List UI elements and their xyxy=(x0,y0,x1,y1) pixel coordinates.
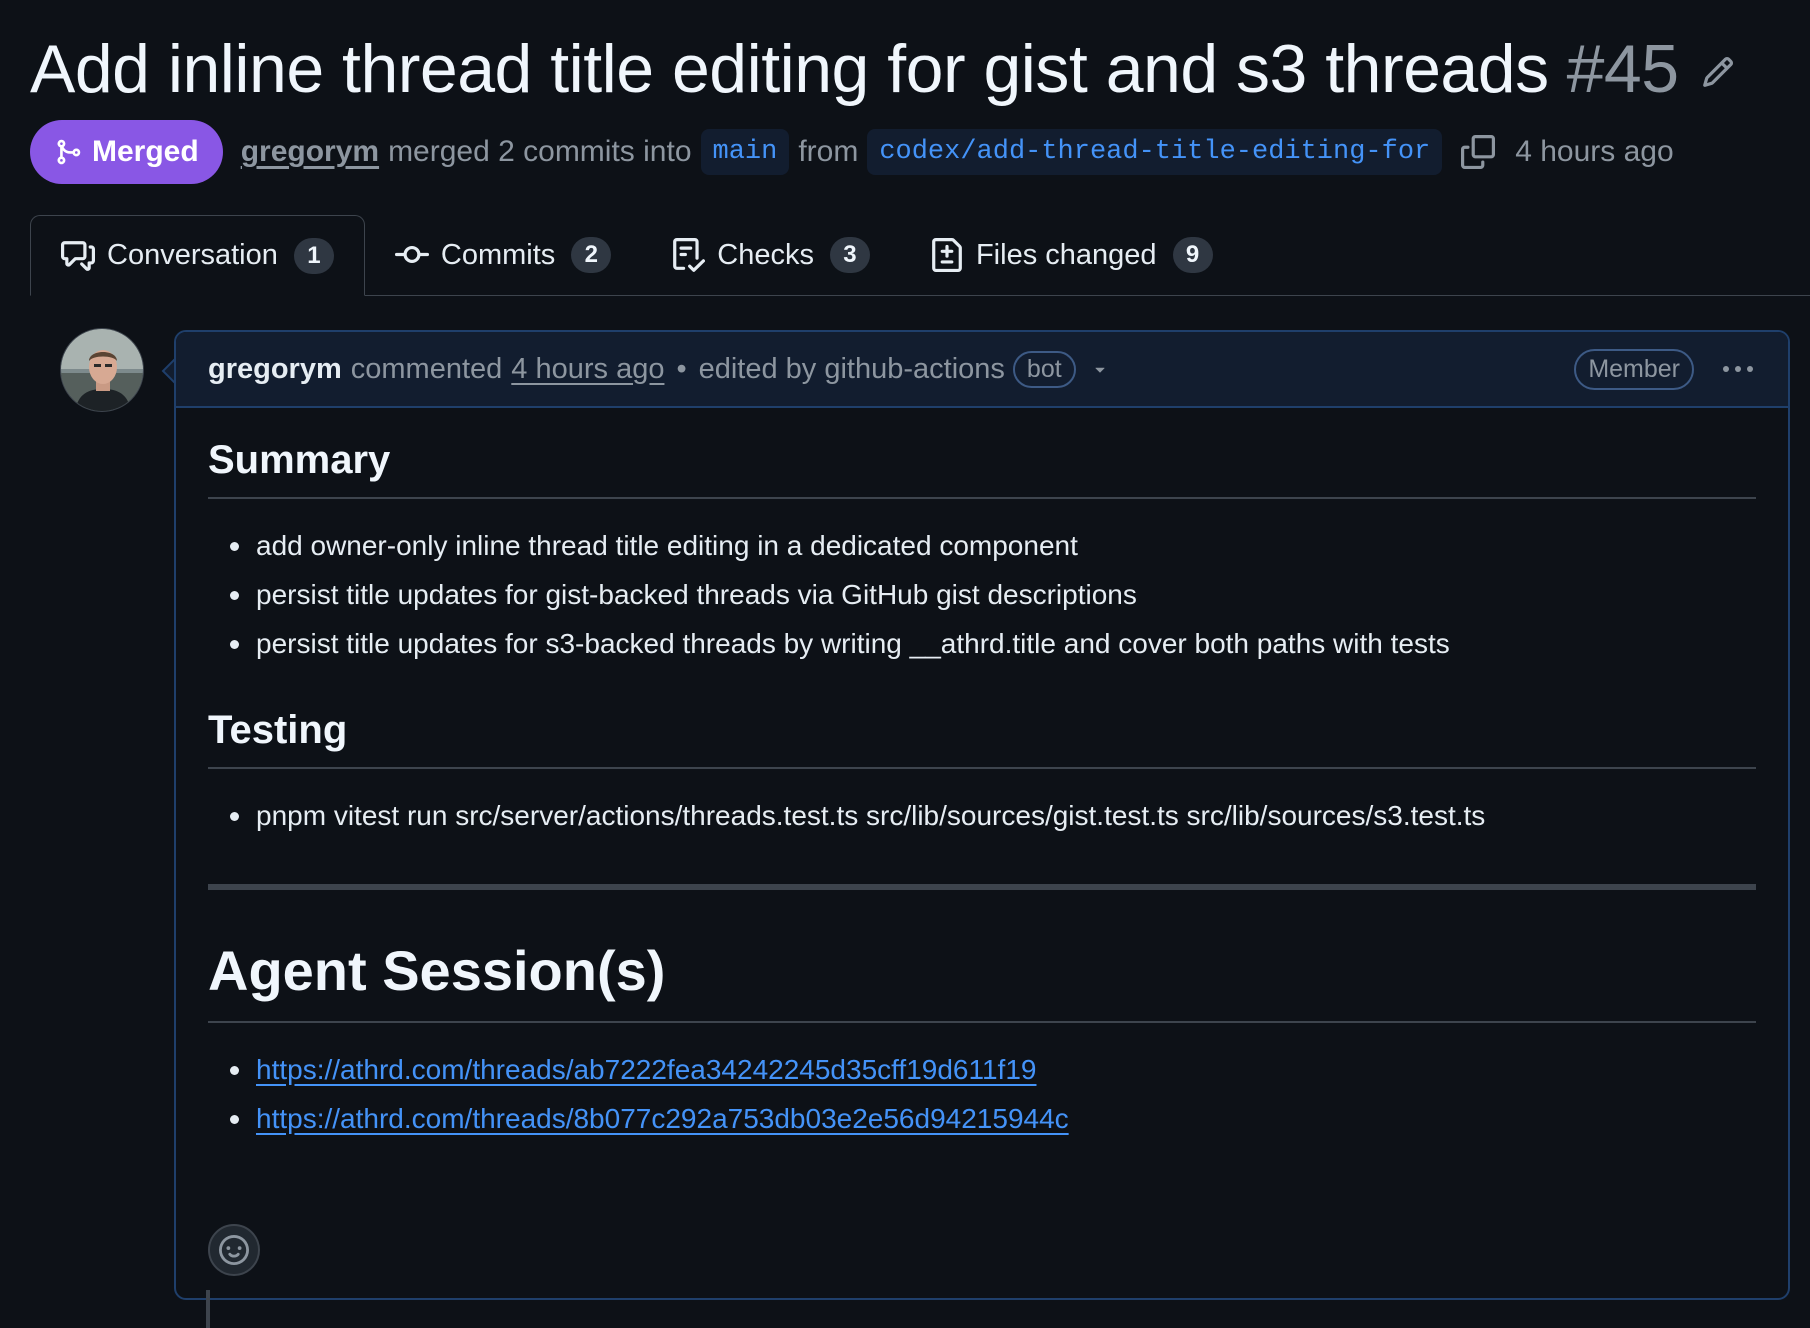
base-branch[interactable]: main xyxy=(700,129,790,175)
list-item: persist title updates for gist-backed th… xyxy=(230,570,1756,619)
edited-by-text[interactable]: edited by github-actions xyxy=(699,353,1005,386)
summary-list: add owner-only inline thread title editi… xyxy=(208,499,1756,668)
smiley-icon xyxy=(219,1235,249,1265)
avatar[interactable] xyxy=(60,328,144,412)
tab-files-changed-count: 9 xyxy=(1172,237,1213,273)
comment-time[interactable]: 4 hours ago xyxy=(511,353,664,386)
checklist-icon xyxy=(671,238,706,272)
tab-files-changed-label: Files changed xyxy=(975,238,1157,271)
comment-body: Summary add owner-only inline thread tit… xyxy=(176,408,1788,1143)
merged-status-badge: Merged xyxy=(30,120,223,184)
tab-checks-count: 3 xyxy=(829,237,870,273)
tab-files-changed[interactable]: Files changed 9 xyxy=(900,215,1243,295)
pencil-icon[interactable] xyxy=(1701,55,1735,89)
merged-label: Merged xyxy=(92,135,199,168)
tab-conversation-label: Conversation xyxy=(107,239,278,271)
comment-author[interactable]: gregorym xyxy=(208,353,342,386)
git-commit-icon xyxy=(394,238,429,272)
list-item: pnpm vitest run src/server/actions/threa… xyxy=(230,791,1756,840)
pull-request-page: Add inline thread title editing for gist… xyxy=(0,0,1810,1328)
merged-time: 4 hours ago xyxy=(1515,135,1674,168)
merged-text: merged 2 commits into xyxy=(388,135,692,168)
tab-commits-count: 2 xyxy=(571,237,612,273)
pr-tabs: Conversation 1 Commits 2 Checks 3 Files … xyxy=(30,215,1810,296)
author-link[interactable]: gregorym xyxy=(241,135,379,169)
list-item: https://athrd.com/threads/8b077c292a753d… xyxy=(230,1094,1756,1143)
list-item: https://athrd.com/threads/ab7222fea34242… xyxy=(230,1045,1756,1094)
list-item: add owner-only inline thread title editi… xyxy=(230,521,1756,570)
pr-meta: Merged gregorym merged 2 commits into ma… xyxy=(30,120,1674,184)
session-link[interactable]: https://athrd.com/threads/ab7222fea34242… xyxy=(256,1054,1036,1085)
comment-discussion-icon xyxy=(61,239,95,273)
add-reaction-button[interactable] xyxy=(208,1224,260,1276)
copy-icon[interactable] xyxy=(1461,135,1496,169)
tab-commits-label: Commits xyxy=(440,238,556,271)
session-link[interactable]: https://athrd.com/threads/8b077c292a753d… xyxy=(256,1103,1069,1134)
agent-sessions-heading: Agent Session(s) xyxy=(208,890,1756,1023)
session-links-list: https://athrd.com/threads/ab7222fea34242… xyxy=(208,1023,1756,1143)
list-item: persist title updates for s3-backed thre… xyxy=(230,619,1756,668)
tab-checks[interactable]: Checks 3 xyxy=(641,215,900,295)
kebab-horizontal-icon[interactable] xyxy=(1720,359,1756,379)
testing-list: pnpm vitest run src/server/actions/threa… xyxy=(208,769,1756,840)
pr-number: #45 xyxy=(1566,31,1679,107)
head-branch[interactable]: codex/add-thread-title-editing-for xyxy=(867,129,1443,175)
chevron-down-icon[interactable] xyxy=(1090,359,1110,379)
git-merge-icon xyxy=(57,139,81,165)
tab-commits[interactable]: Commits 2 xyxy=(365,215,641,295)
comment-box: gregorym commented 4 hours ago • edited … xyxy=(174,330,1790,1300)
title-row: Add inline thread title editing for gist… xyxy=(30,30,1735,108)
comment-action: commented xyxy=(350,352,503,385)
from-text: from xyxy=(798,135,859,168)
testing-heading: Testing xyxy=(208,678,1756,769)
member-label: Member xyxy=(1574,348,1694,390)
comment-header: gregorym commented 4 hours ago • edited … xyxy=(176,332,1788,408)
pr-title: Add inline thread title editing for gist… xyxy=(30,31,1549,107)
timeline-line xyxy=(206,1290,210,1328)
summary-heading: Summary xyxy=(208,408,1756,499)
tab-conversation-count: 1 xyxy=(293,237,334,274)
tab-conversation[interactable]: Conversation 1 xyxy=(30,215,365,296)
file-diff-icon xyxy=(930,238,964,272)
separator-dot: • xyxy=(676,352,687,385)
tab-checks-label: Checks xyxy=(717,238,814,271)
bot-label: bot xyxy=(1012,350,1076,388)
